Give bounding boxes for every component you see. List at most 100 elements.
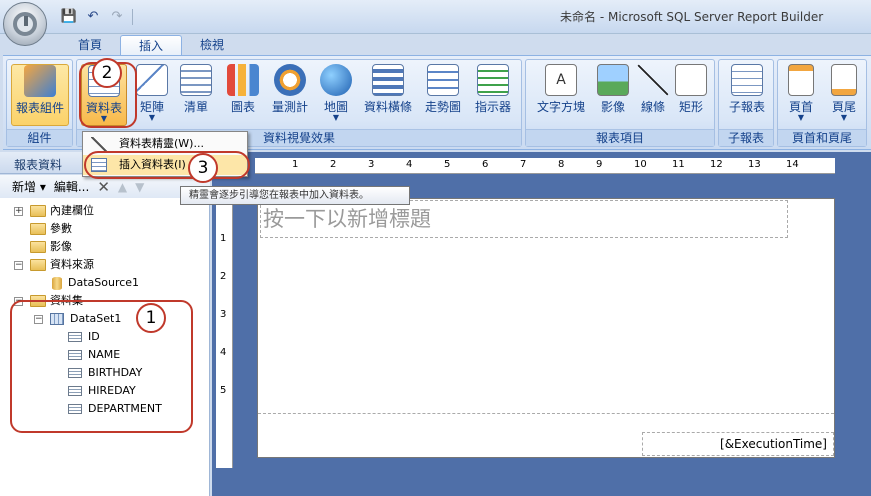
report-title-placeholder[interactable]: 按一下以新增標題: [260, 200, 788, 238]
header-label: 頁首: [788, 100, 813, 114]
ruler-tick-label: 1: [220, 233, 227, 244]
vertical-ruler: 1 2 3 4 5: [216, 198, 233, 468]
quick-access-toolbar: 💾 ↶ ↷: [60, 7, 133, 27]
undo-icon[interactable]: ↶: [84, 8, 102, 26]
rectangle-icon: [675, 64, 707, 96]
group-header-footer: 頁首 ▼ 頁尾 ▼ 頁首和頁尾: [777, 59, 867, 147]
horizontal-ruler: 1 2 3 4 5 6 7 8 9 10 11 12 13 14: [255, 158, 835, 174]
ruler-tick-label: 3: [220, 309, 227, 320]
expand-icon[interactable]: +: [14, 207, 23, 216]
tab-home[interactable]: 首頁: [60, 35, 120, 56]
sparkline-label: 走勢圖: [424, 100, 461, 114]
ruler-tick-label: 7: [520, 159, 527, 170]
ruler-tick-label: 4: [220, 347, 227, 358]
ribbon-tabs: 首頁 插入 檢視: [60, 34, 242, 56]
map-button[interactable]: 地圖 ▼: [313, 64, 359, 126]
tree-item-images[interactable]: 影像: [30, 238, 72, 256]
tree-label: 內建欄位: [50, 204, 94, 217]
report-parts-label: 報表組件: [15, 101, 64, 115]
chart-icon: [227, 64, 259, 96]
tab-view[interactable]: 檢視: [182, 35, 242, 56]
folder-icon: [30, 205, 46, 217]
ruler-tick-label: 1: [292, 159, 299, 170]
globe-icon: [320, 64, 352, 96]
window-title: 未命名 - Microsoft SQL Server Report Builde…: [560, 10, 824, 24]
new-label: 新增: [12, 180, 37, 194]
tree-label: 資料來源: [50, 258, 94, 271]
gauge-button[interactable]: 量測計: [267, 64, 313, 126]
ruler-tick-label: 8: [558, 159, 565, 170]
sparkline-button[interactable]: 走勢圖: [420, 64, 466, 126]
page-footer-icon: [831, 64, 857, 96]
group-parts: 報表組件 組件: [6, 59, 73, 147]
tree-item-builtin-fields[interactable]: + 內建欄位: [14, 202, 94, 220]
ruler-tick-label: 5: [220, 385, 227, 396]
gauge-label: 量測計: [271, 100, 308, 114]
subreport-label: 子報表: [728, 100, 765, 114]
group-parts-label: 組件: [7, 129, 72, 146]
save-icon[interactable]: 💾: [60, 8, 78, 26]
delete-icon[interactable]: ✕: [97, 178, 110, 196]
ruler-tick-label: 14: [786, 159, 799, 170]
group-subreport: 子報表 子報表: [718, 59, 774, 147]
callout-3: 3: [188, 153, 218, 183]
footer-label: 頁尾: [831, 100, 856, 114]
indicator-icon: [477, 64, 509, 96]
matrix-icon: [136, 64, 168, 96]
report-parts-icon: [24, 65, 56, 97]
wizard-icon: [91, 137, 107, 151]
redo-icon[interactable]: ↷: [108, 8, 126, 26]
sparkline-icon: [427, 64, 459, 96]
ruler-tick-label: 10: [634, 159, 647, 170]
textbox-button[interactable]: A 文字方塊: [532, 64, 590, 126]
edit-button[interactable]: 編輯...: [54, 178, 89, 195]
footer-button[interactable]: 頁尾 ▼: [823, 64, 865, 126]
line-icon: [637, 64, 669, 96]
chart-label: 圖表: [230, 100, 255, 114]
tooltip: 精靈會逐步引導您在報表中加入資料表。: [180, 186, 410, 205]
rectangle-button[interactable]: 矩形: [668, 64, 714, 126]
list-icon: [180, 64, 212, 96]
ruler-tick-label: 4: [406, 159, 413, 170]
subreport-button[interactable]: 子報表: [722, 64, 772, 126]
tree-item-datasource1[interactable]: DataSource1: [52, 274, 139, 292]
move-down-icon[interactable]: ▼: [135, 180, 144, 194]
report-parts-button[interactable]: 報表組件: [11, 64, 69, 126]
ruler-tick-label: 13: [748, 159, 761, 170]
databar-label: 資料橫條: [363, 100, 412, 114]
databar-button[interactable]: 資料橫條: [361, 64, 415, 126]
ruler-tick-label: 3: [368, 159, 375, 170]
image-icon: [597, 64, 629, 96]
tree-label: 影像: [50, 240, 72, 253]
tree-item-data-sources[interactable]: − 資料來源: [14, 256, 94, 274]
ruler-tick-label: 9: [596, 159, 603, 170]
list-button[interactable]: 清單: [173, 64, 219, 126]
subreport-icon: [731, 64, 763, 96]
folder-icon: [30, 241, 46, 253]
textbox-icon: A: [545, 64, 577, 96]
chevron-down-icon: ▼: [840, 113, 848, 122]
database-icon: [52, 276, 62, 290]
annotation-box-insert-table: [84, 151, 250, 179]
execution-time-textbox[interactable]: [&ExecutionTime]: [642, 432, 834, 456]
tree-item-parameters[interactable]: 參數: [30, 220, 72, 238]
group-subreport-label: 子報表: [719, 129, 773, 146]
move-up-icon[interactable]: ▲: [118, 180, 127, 194]
indicator-label: 指示器: [474, 100, 511, 114]
tree-label: 參數: [50, 222, 72, 235]
ruler-tick-label: 11: [672, 159, 685, 170]
collapse-icon[interactable]: −: [14, 261, 23, 270]
indicator-button[interactable]: 指示器: [470, 64, 516, 126]
ruler-tick-label: 2: [330, 159, 337, 170]
chart-button[interactable]: 圖表: [220, 64, 266, 126]
page-footer-divider: [258, 413, 834, 414]
application-menu-button[interactable]: [3, 2, 47, 46]
new-button[interactable]: 新增 ▾: [12, 178, 46, 195]
tab-insert[interactable]: 插入: [120, 35, 183, 56]
ruler-tick-label: 12: [710, 159, 723, 170]
group-report-items: A 文字方塊 影像 線條 矩形 報表項目: [525, 59, 715, 147]
ruler-tick-label: 6: [482, 159, 489, 170]
callout-2: 2: [92, 58, 122, 88]
header-button[interactable]: 頁首 ▼: [780, 64, 822, 126]
page-header-icon: [788, 64, 814, 96]
